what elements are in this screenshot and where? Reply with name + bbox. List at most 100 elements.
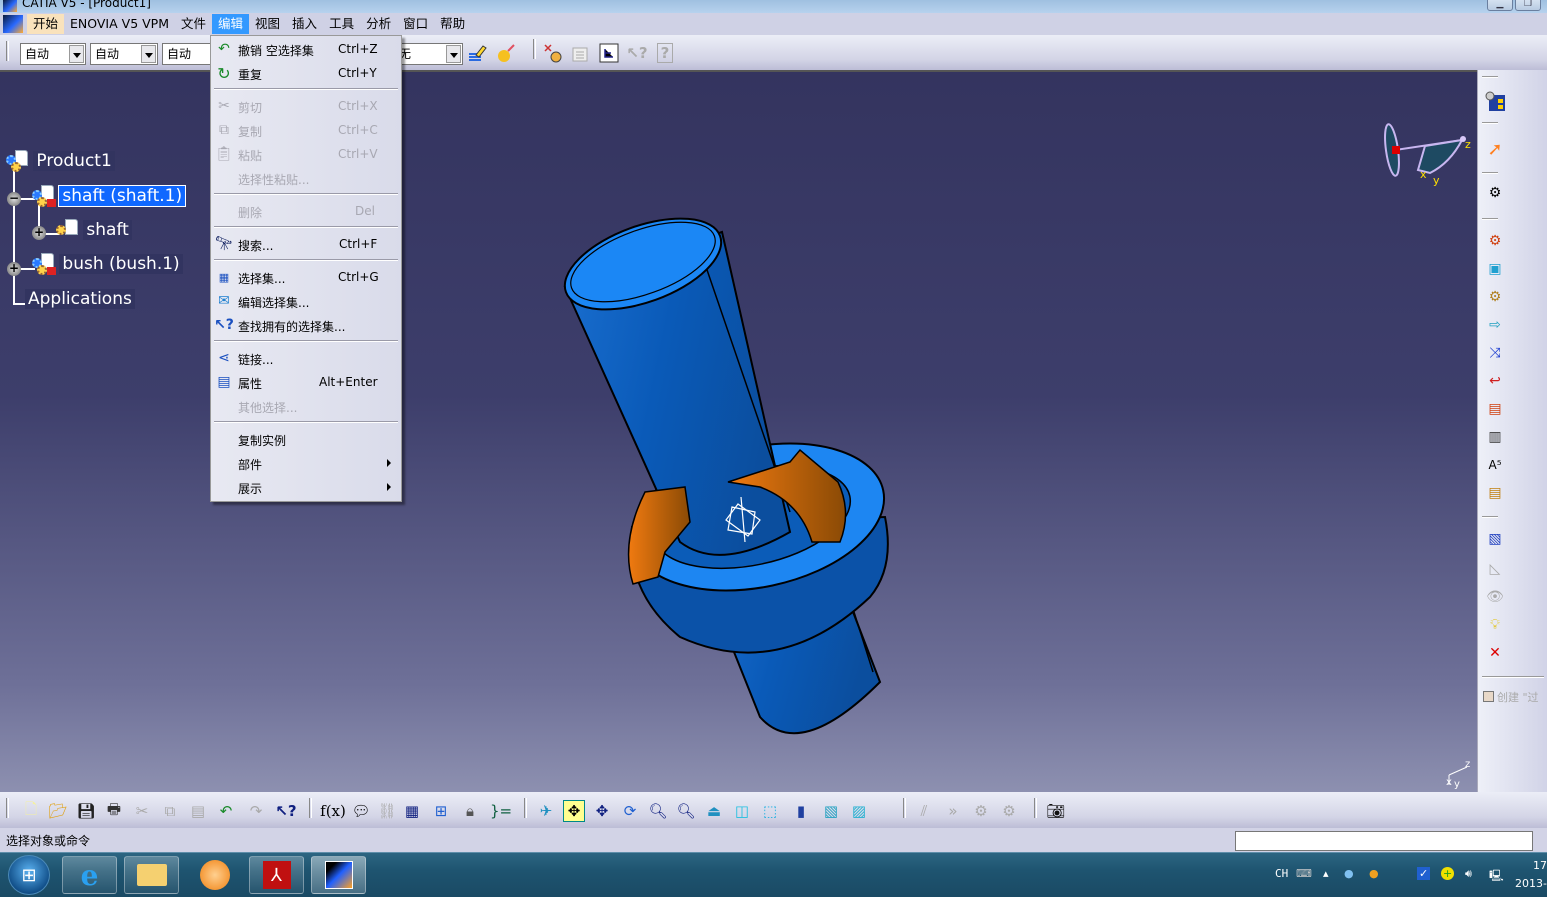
comment-icon[interactable]: 💬︎ xyxy=(350,800,372,822)
taskbar-acrobat[interactable]: ⅄ xyxy=(249,856,304,894)
network-icon[interactable]: 🖳︎ xyxy=(1489,867,1504,886)
restore-button[interactable]: ❐ xyxy=(1515,0,1541,11)
fly-mode-icon[interactable]: ✈ xyxy=(535,800,557,822)
keyboard-icon[interactable]: ⌨ xyxy=(1296,867,1312,880)
toolbar-grip[interactable] xyxy=(533,39,536,59)
menu-item-paste[interactable]: 📋︎ 粘贴 Ctrl+V xyxy=(211,143,401,165)
dropdown-arrow-icon[interactable] xyxy=(141,45,156,63)
selective-load-icon[interactable]: ▥ xyxy=(1484,426,1506,448)
zoom-out-icon[interactable]: 🔍︎ xyxy=(675,800,697,822)
command-input[interactable] xyxy=(1235,831,1533,851)
pan-icon[interactable]: ✥ xyxy=(591,800,613,822)
help-icon[interactable]: ? xyxy=(654,42,676,64)
existing-component-icon[interactable]: ⇨ xyxy=(1484,314,1506,336)
toolbar-grip[interactable] xyxy=(1034,798,1037,818)
menu-item-other-selection[interactable]: 其他选择... xyxy=(211,395,401,417)
create-checkbox[interactable] xyxy=(1483,691,1494,702)
parameters-icon[interactable]: }= xyxy=(490,800,512,822)
menu-item-find-owning-sets[interactable]: ↖? 查找拥有的选择集... xyxy=(211,314,401,336)
update-all-icon[interactable]: ⚙ xyxy=(998,800,1020,822)
formula-icon[interactable]: f(x) xyxy=(320,800,346,822)
menu-item-links[interactable]: ⋖ 链接... xyxy=(211,347,401,369)
start-button[interactable]: ⊞ xyxy=(8,855,50,895)
zoom-in-icon[interactable]: 🔍︎ xyxy=(647,800,669,822)
toolbar-grip[interactable] xyxy=(6,41,9,61)
properties-icon[interactable] xyxy=(570,42,592,64)
tree-node-shaft-part[interactable]: shaft xyxy=(56,219,132,241)
menu-edit[interactable]: 编辑 xyxy=(212,14,250,34)
light-on-icon[interactable]: 💡︎ xyxy=(1484,614,1506,636)
replace-component-icon[interactable]: ⤨ xyxy=(1484,342,1506,364)
hide-icon[interactable]: ▧ xyxy=(820,800,842,822)
generate-numbering-icon[interactable]: ▤ xyxy=(1484,398,1506,420)
layer-combo[interactable]: 无 xyxy=(395,43,463,65)
redo-icon[interactable]: ↷ xyxy=(245,800,267,822)
toolbar-grip[interactable] xyxy=(1482,122,1498,124)
tree-node-applications[interactable]: Applications xyxy=(25,289,135,309)
menu-help[interactable]: 帮助 xyxy=(434,14,471,34)
tray-app-icon[interactable]: ● xyxy=(1344,867,1354,880)
rotate-icon[interactable]: ⟳ xyxy=(619,800,641,822)
multi-view-icon[interactable]: ◫ xyxy=(731,800,753,822)
toolbar-grip[interactable] xyxy=(1482,76,1498,78)
menu-item-properties[interactable]: ▤ 属性 Alt+Enter xyxy=(211,371,401,393)
whats-this-icon[interactable]: ↖? xyxy=(275,800,297,822)
menu-item-redo[interactable]: ↻ 重复 Ctrl+Y xyxy=(211,62,401,84)
menu-view[interactable]: 视图 xyxy=(249,14,286,34)
compass-icon[interactable]: z x y xyxy=(1380,118,1475,193)
link-icon[interactable]: ⛓ xyxy=(376,800,398,822)
catalog-browser-icon[interactable] xyxy=(1484,90,1506,112)
fit-all-icon[interactable]: ✥ xyxy=(563,800,585,822)
normal-view-icon[interactable]: ⏏ xyxy=(703,800,725,822)
graph-tree-icon[interactable] xyxy=(598,42,620,64)
print-icon[interactable]: 🖶︎ xyxy=(103,800,125,822)
toolbar-grip[interactable] xyxy=(1482,172,1498,174)
menu-start[interactable]: 开始 xyxy=(27,14,65,34)
new-product-icon[interactable]: ▣ xyxy=(1484,258,1506,280)
measure-icon[interactable]: ◺ xyxy=(1484,558,1506,580)
new-part-icon[interactable]: ⚙ xyxy=(1484,286,1506,308)
undo-icon[interactable]: ↶ xyxy=(215,800,237,822)
open-icon[interactable]: 📂︎ xyxy=(47,800,69,822)
tree-node-root[interactable]: Product1 xyxy=(6,150,115,172)
clock-time[interactable]: 17 xyxy=(1533,859,1547,872)
menu-enovia[interactable]: ENOVIA V5 VPM xyxy=(64,14,175,34)
menu-item-selection-sets[interactable]: ▦ 选择集... Ctrl+G xyxy=(211,266,401,288)
toolbar-grip[interactable] xyxy=(1482,218,1498,220)
split-icon[interactable]: ⫽ xyxy=(913,800,935,822)
collapse-icon[interactable]: − xyxy=(7,192,21,206)
menu-item-edit-selection-sets[interactable]: ✉ 编辑选择集... xyxy=(211,290,401,312)
graph-tree-reorder-icon[interactable]: ↩ xyxy=(1484,370,1506,392)
menu-item-copy[interactable]: ⧉ 复制 Ctrl+C xyxy=(211,119,401,141)
expand-icon[interactable]: + xyxy=(7,262,21,276)
taskbar-explorer[interactable] xyxy=(124,856,179,894)
volume-icon[interactable]: 🔊︎ xyxy=(1465,867,1472,881)
hide-show-icon[interactable]: 👁︎ xyxy=(1484,586,1506,608)
new-icon[interactable]: 🗋︎ xyxy=(20,800,42,822)
save-icon[interactable]: 💾︎ xyxy=(75,800,97,822)
menu-tools[interactable]: 工具 xyxy=(323,14,360,34)
shading-icon[interactable]: ▮ xyxy=(790,800,812,822)
new-component-icon[interactable]: ⚙ xyxy=(1484,230,1506,252)
fast-multi-instantiation-icon[interactable]: ▤ xyxy=(1484,482,1506,504)
toolbar-grip[interactable] xyxy=(524,798,527,818)
select-arrow-icon[interactable]: ➚ xyxy=(1484,138,1506,160)
clock-date[interactable]: 2013- xyxy=(1515,877,1547,890)
transparency-combo[interactable]: 自动 xyxy=(90,43,158,65)
cut-icon[interactable]: ✂ xyxy=(131,800,153,822)
skip-icon[interactable]: » xyxy=(942,800,964,822)
menu-file[interactable]: 文件 xyxy=(175,14,212,34)
qq-icon[interactable]: ● xyxy=(1369,867,1379,880)
material-ball-icon[interactable] xyxy=(495,42,517,64)
linetype-combo[interactable]: 自动 xyxy=(162,43,212,65)
security-icon[interactable]: ✓ xyxy=(1417,867,1431,880)
add-icon[interactable]: + xyxy=(1441,867,1455,880)
catalog-gear-icon[interactable] xyxy=(542,42,564,64)
scenes-icon[interactable]: ▧ xyxy=(1484,528,1506,550)
tree-node-shaft-instance[interactable]: shaft (shaft.1) xyxy=(32,185,187,207)
menu-item-delete[interactable]: 删除 Del xyxy=(211,200,401,222)
menu-item-cut[interactable]: ✂ 剪切 Ctrl+X xyxy=(211,95,401,117)
taskbar-ie[interactable]: e xyxy=(62,856,117,894)
dropdown-arrow-icon[interactable] xyxy=(446,45,461,63)
toolbar-grip[interactable] xyxy=(309,798,312,818)
